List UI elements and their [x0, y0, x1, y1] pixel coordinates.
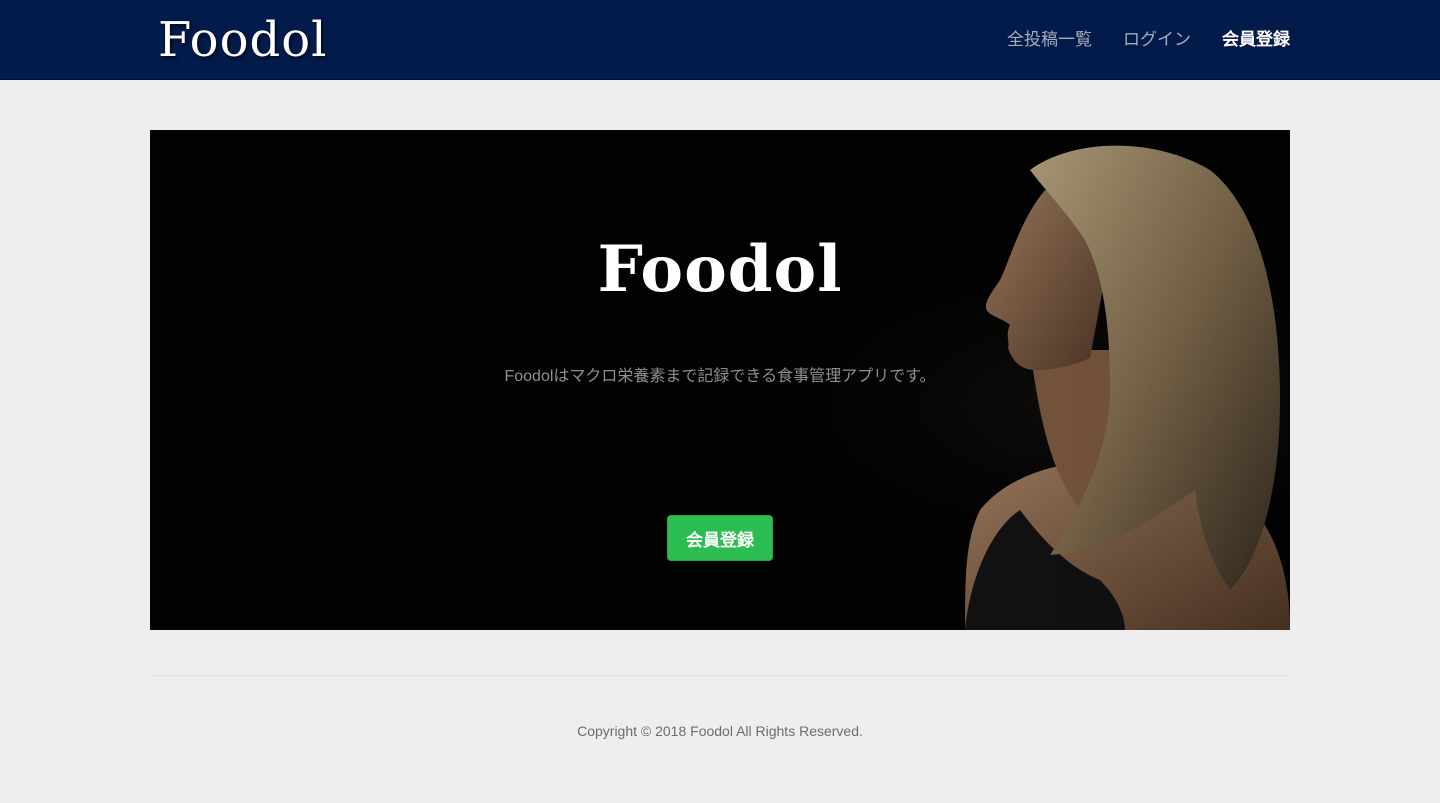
- main-nav: 全投稿一覧 ログイン 会員登録: [1007, 0, 1290, 80]
- nav-all-posts-link[interactable]: 全投稿一覧: [1007, 30, 1092, 50]
- footer: Copyright © 2018 Foodol All Rights Reser…: [0, 722, 1440, 740]
- copyright-text: Copyright © 2018 Foodol All Rights Reser…: [577, 723, 863, 739]
- nav-signup-link[interactable]: 会員登録: [1222, 30, 1290, 50]
- footer-divider: [150, 675, 1290, 676]
- hero-subtitle: Foodolはマクロ栄養素まで記録できる食事管理アプリです。: [504, 368, 936, 385]
- nav-login-link[interactable]: ログイン: [1123, 30, 1191, 50]
- top-navbar: Foodol 全投稿一覧 ログイン 会員登録: [0, 0, 1440, 80]
- signup-button[interactable]: 会員登録: [667, 515, 773, 561]
- hero-jumbotron: Foodol Foodolはマクロ栄養素まで記録できる食事管理アプリです。 会員…: [150, 130, 1290, 630]
- hero-title: Foodol: [597, 232, 843, 307]
- brand-logo-link[interactable]: Foodol: [158, 10, 327, 70]
